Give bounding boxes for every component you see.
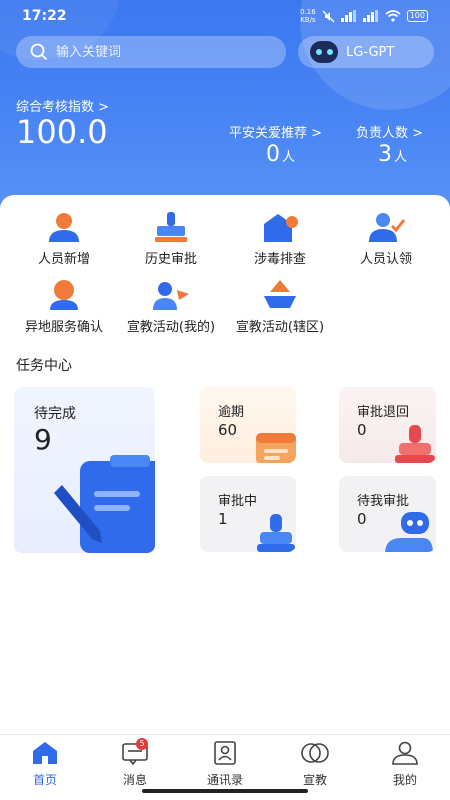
score-value: 100.0 <box>16 113 108 151</box>
calendar-icon <box>256 433 296 463</box>
document-pen-icon <box>54 455 155 553</box>
responsible-count-value[interactable]: 3人 <box>378 142 407 167</box>
wifi-icon <box>385 10 401 22</box>
boat-flag-icon <box>264 280 296 308</box>
status-time: 17:22 <box>22 8 67 24</box>
status-bar: 17:22 0.16 KB/s 100 <box>0 0 450 32</box>
robot-icon <box>310 41 338 63</box>
task-card-in-approval[interactable]: 审批中 1 <box>200 476 296 552</box>
search-box[interactable] <box>16 36 286 68</box>
stamp-blue-icon <box>257 514 295 552</box>
task-center-title: 任务中心 <box>16 358 72 374</box>
nav-profile[interactable]: 我的 <box>360 735 450 800</box>
lg-gpt-button[interactable]: LG-GPT <box>298 36 434 68</box>
quick-action-history-approval[interactable]: 历史审批 <box>115 210 227 267</box>
quick-action-drug-check[interactable]: 涉毒排查 <box>224 210 336 267</box>
person-location-icon <box>50 280 78 310</box>
person-add-icon <box>49 213 79 242</box>
quick-action-person-add[interactable]: 人员新增 <box>8 210 120 267</box>
signal-icon-2 <box>362 10 378 22</box>
education-icon <box>301 743 329 763</box>
house-search-icon <box>264 214 298 242</box>
home-icon <box>33 742 57 764</box>
mute-icon <box>322 10 335 22</box>
people-flag-icon <box>153 282 189 310</box>
task-card-pending-complete[interactable]: 待完成 9 <box>14 387 155 553</box>
stamp-icon <box>155 212 187 242</box>
network-speed: 0.16 KB/s <box>300 8 316 24</box>
nav-home[interactable]: 首页 <box>0 735 90 800</box>
care-recommend-label[interactable]: 平安关爱推荐 > <box>229 122 322 141</box>
task-card-my-approval[interactable]: 待我审批 0 <box>339 476 436 552</box>
message-badge: 5 <box>136 738 148 750</box>
home-indicator-bar[interactable] <box>142 789 308 793</box>
person-check-icon <box>369 213 406 242</box>
status-icons: 0.16 KB/s 100 <box>300 8 428 24</box>
task-card-overdue[interactable]: 逾期 60 <box>200 387 296 463</box>
responsible-count-label[interactable]: 负责人数 > <box>356 122 423 141</box>
quick-action-remote-service[interactable]: 异地服务确认 <box>8 278 120 335</box>
care-recommend-value[interactable]: 0人 <box>266 142 295 167</box>
stamp-red-icon <box>395 425 435 463</box>
profile-icon <box>392 741 418 765</box>
task-card-approval-returned[interactable]: 审批退回 0 <box>339 387 436 463</box>
search-input[interactable] <box>56 44 256 60</box>
battery-indicator: 100 <box>406 10 428 22</box>
lg-gpt-label: LG-GPT <box>346 44 395 60</box>
signal-icon <box>340 10 356 22</box>
robot-reviewer-icon <box>385 512 433 552</box>
quick-action-edu-district[interactable]: 宣教活动(辖区) <box>224 278 336 335</box>
search-icon <box>30 43 48 61</box>
quick-action-edu-mine[interactable]: 宣教活动(我的) <box>115 278 227 335</box>
quick-action-person-claim[interactable]: 人员认领 <box>330 210 442 267</box>
contacts-icon <box>214 741 236 765</box>
